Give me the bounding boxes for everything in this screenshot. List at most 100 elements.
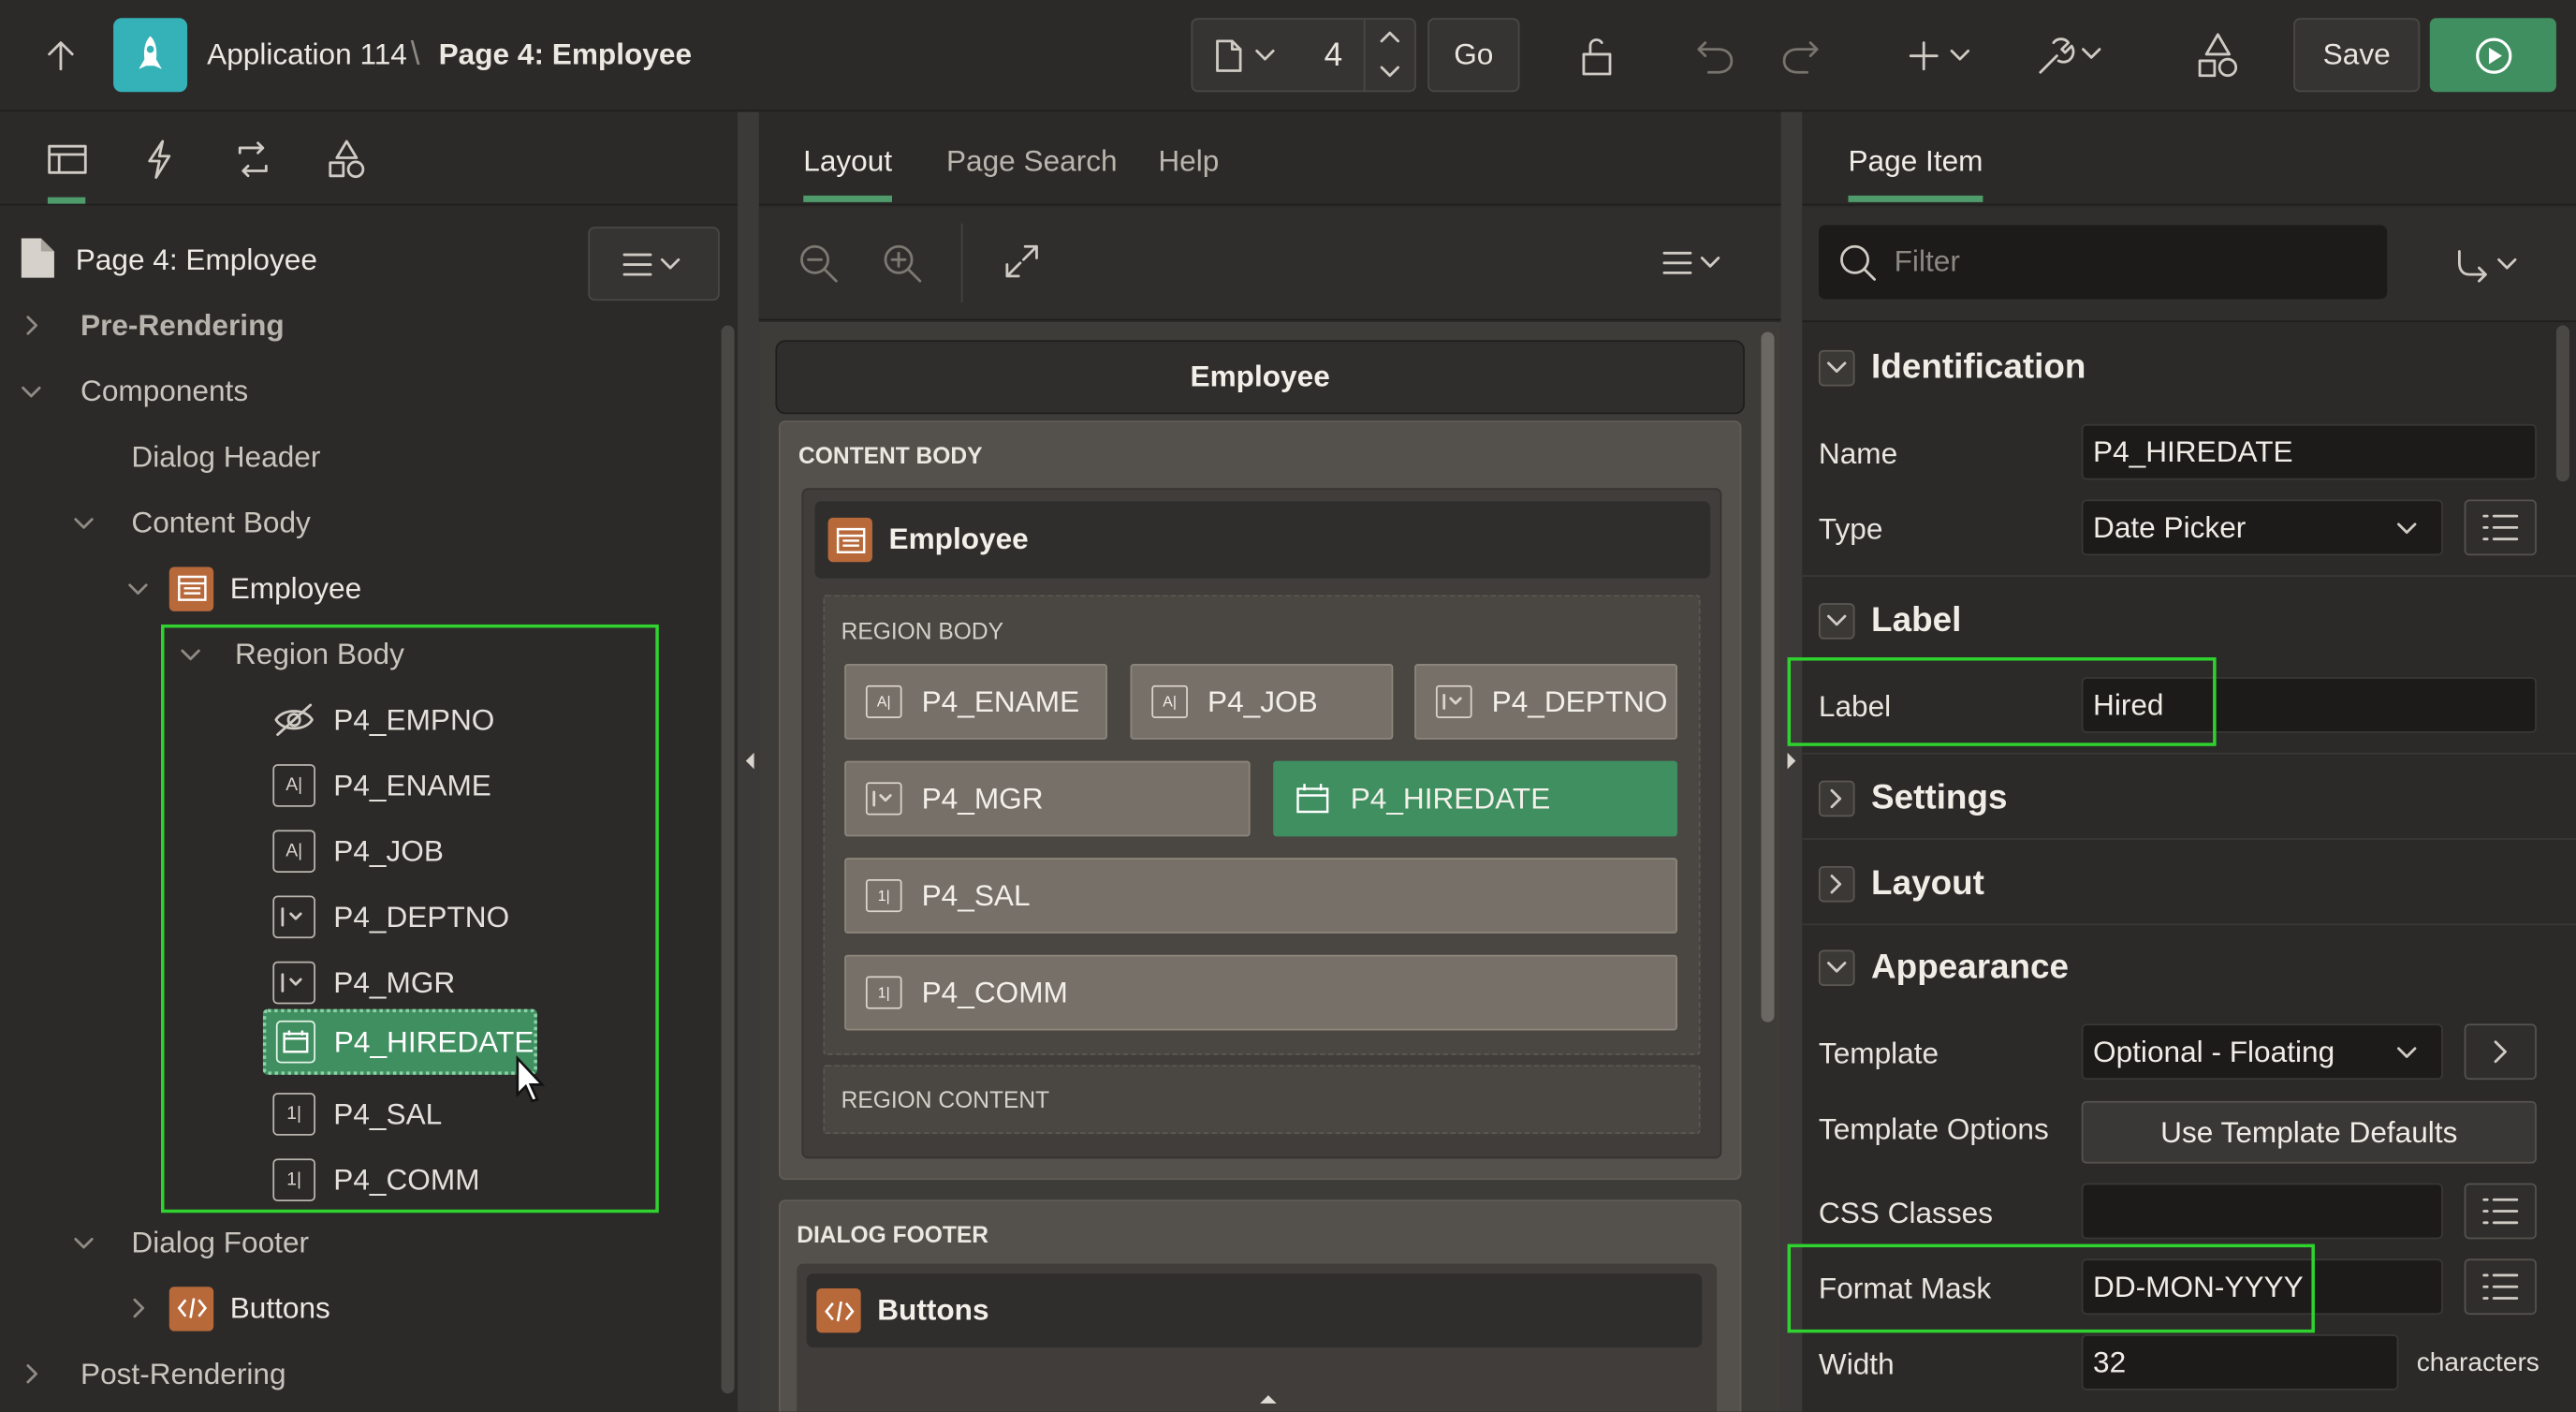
zoom-out-icon[interactable] [797,242,840,285]
chevron-down-icon[interactable] [126,577,150,600]
tree-menu-button[interactable] [588,227,720,302]
tree-node-buttons[interactable]: Buttons [126,1275,330,1341]
tree-node-components[interactable]: Components [20,359,248,424]
tab-layout[interactable]: Layout [803,144,893,202]
tree-item-p4-sal[interactable]: 1| P4_SAL [272,1081,442,1147]
layout-item-p4-hiredate[interactable]: P4_HIREDATE [1273,760,1677,837]
tree-item-p4-job[interactable]: A| P4_JOB [272,818,444,884]
layout-item-p4-ename[interactable]: A| P4_ENAME [844,664,1107,740]
application-icon[interactable] [113,18,188,93]
tree-node-dialog-header[interactable]: Dialog Header [131,424,320,490]
run-page-button[interactable] [2429,18,2556,93]
chevron-down-icon[interactable] [72,1231,95,1255]
tab-help[interactable]: Help [1158,144,1219,179]
redo-icon[interactable] [1778,33,1823,79]
type-list-button[interactable] [2464,499,2537,556]
go-to-group-icon[interactable] [2452,246,2528,286]
layout-item-p4-comm[interactable]: 1| P4_COMM [844,954,1677,1031]
chevron-right-icon[interactable] [20,1362,43,1386]
canvas-scrollbar[interactable] [1761,331,1775,1022]
use-template-defaults-button[interactable]: Use Template Defaults [2081,1100,2537,1164]
tree-item-p4-deptno[interactable]: P4_DEPTNO [272,884,509,949]
page-shared-components-icon[interactable] [326,138,369,181]
chevron-down-icon[interactable] [1818,349,1855,387]
chevron-down-icon[interactable] [1818,603,1855,640]
region-body-area[interactable]: REGION BODY A| P4_ENAME A| P4_JOB P4_DEPTN… [823,595,1701,1055]
chevron-down-icon[interactable] [72,511,95,535]
spinner-up-icon[interactable] [1379,30,1402,47]
rendering-tab-icon[interactable] [46,141,89,178]
buttons-region-header[interactable]: Buttons [806,1273,1703,1348]
right-splitter[interactable] [1780,111,1803,1412]
dynamic-actions-icon[interactable] [143,138,176,181]
format-mask-input[interactable]: DD-MON-YYYY [2081,1258,2443,1316]
dialog-title-bar[interactable]: Employee [775,340,1745,415]
layout-item-p4-mgr[interactable]: P4_MGR [844,760,1251,837]
tree-page-title[interactable]: Page 4: Employee [76,243,317,278]
chevron-right-icon[interactable] [126,1297,150,1320]
width-input[interactable]: 32 [2081,1334,2399,1390]
tree-item-p4-mgr[interactable]: P4_MGR [272,949,455,1015]
section-label[interactable]: Label [1818,596,1961,646]
section-layout[interactable]: Layout [1818,860,1984,909]
tree-node-employee-region[interactable]: Employee [126,555,361,621]
section-appearance[interactable]: Appearance [1818,943,2069,993]
tree-node-dialog-footer[interactable]: Dialog Footer [72,1210,309,1275]
chevron-down-icon[interactable] [179,642,202,666]
region-header[interactable]: Employee [814,501,1711,579]
utilities-wrench-icon[interactable] [2034,33,2110,79]
chevron-right-icon[interactable] [1818,780,1855,817]
format-mask-list-button[interactable] [2464,1258,2537,1316]
page-selector[interactable]: 4 [1191,18,1416,93]
tree-node-pre-rendering[interactable]: Pre-Rendering [20,292,285,358]
app-name-link[interactable]: Application 114 [207,37,407,72]
template-select[interactable]: Optional - Floating [2081,1023,2443,1081]
properties-scrollbar[interactable] [2555,325,2569,482]
name-input[interactable]: P4_HIREDATE [2081,423,2537,480]
filter-input[interactable]: Filter [1818,225,2388,300]
tree-item-p4-hiredate[interactable]: P4_HIREDATE [262,1008,537,1075]
layout-item-p4-job[interactable]: A| P4_JOB [1130,664,1394,740]
scroll-up-arrow-icon[interactable] [1257,1390,1281,1407]
section-identification[interactable]: Identification [1818,344,2086,393]
spinner-down-icon[interactable] [1379,64,1402,81]
css-classes-list-button[interactable] [2464,1183,2537,1240]
tree-item-p4-ename[interactable]: A| P4_ENAME [272,753,491,818]
tree-node-content-body[interactable]: Content Body [72,490,311,555]
expand-icon[interactable] [1003,242,1042,281]
layout-item-p4-deptno[interactable]: P4_DEPTNO [1414,664,1677,740]
template-open-button[interactable] [2464,1023,2537,1081]
tree-node-region-body[interactable]: Region Body [179,621,404,686]
left-splitter[interactable] [738,111,759,1412]
up-arrow-icon[interactable] [39,37,82,76]
type-select[interactable]: Date Picker [2081,499,2443,556]
shared-components-icon[interactable] [2195,31,2241,81]
section-settings[interactable]: Settings [1818,774,2007,824]
tree-item-p4-empno[interactable]: P4_EMPNO [272,687,494,753]
page-number-input[interactable]: 4 [1325,37,1343,75]
chevron-down-icon[interactable] [20,379,43,403]
content-body-area[interactable]: CONTENT BODY Employee REGION BODY A| P4_E… [778,420,1742,1181]
tree-scrollbar[interactable] [721,325,735,1394]
undo-icon[interactable] [1692,33,1738,79]
processing-icon[interactable] [231,140,274,179]
go-button[interactable]: Go [1427,18,1520,93]
dialog-footer-area[interactable]: DIALOG FOOTER Buttons [778,1199,1742,1412]
chevron-right-icon[interactable] [1818,865,1855,903]
chevron-right-icon[interactable] [20,314,43,337]
tree-item-p4-comm[interactable]: 1| P4_COMM [272,1147,480,1213]
unlock-icon[interactable] [1573,33,1619,79]
region-content-area[interactable]: REGION CONTENT [823,1065,1701,1135]
employee-region[interactable]: Employee REGION BODY A| P4_ENAME A| P4_JOB [801,488,1722,1159]
layout-item-p4-sal[interactable]: 1| P4_SAL [844,858,1677,934]
create-menu-icon[interactable] [1906,37,1978,76]
tab-page-item[interactable]: Page Item [1848,144,1983,202]
save-button[interactable]: Save [2293,18,2421,93]
label-input[interactable]: Hired [2081,677,2537,733]
zoom-in-icon[interactable] [881,242,924,285]
tree-node-post-rendering[interactable]: Post-Rendering [20,1341,286,1406]
tab-page-search[interactable]: Page Search [946,144,1118,179]
css-classes-input[interactable] [2081,1183,2443,1240]
chevron-down-icon[interactable] [1818,949,1855,987]
layout-menu-icon[interactable] [1661,250,1726,276]
